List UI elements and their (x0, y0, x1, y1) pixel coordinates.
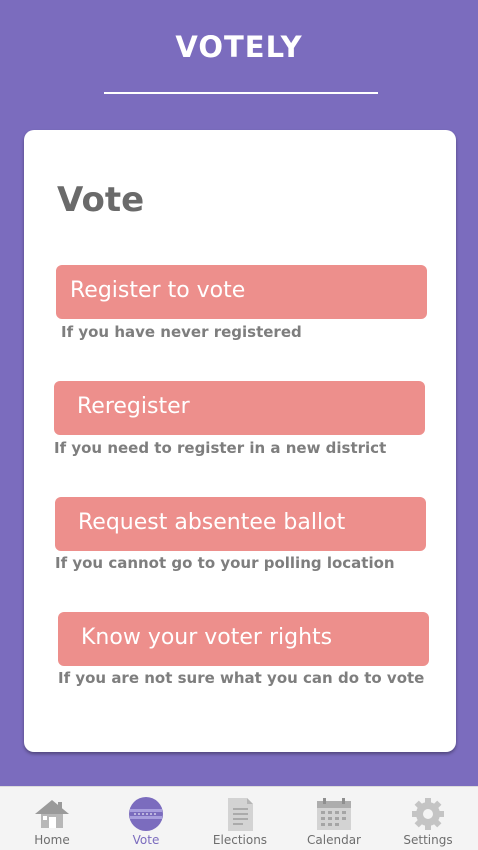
tab-vote[interactable]: Vote (98, 787, 194, 850)
home-icon (35, 800, 69, 828)
register-to-vote-description: If you have never registered (61, 323, 302, 341)
know-voter-rights-button[interactable]: Know your voter rights (58, 612, 429, 666)
header-divider (104, 92, 378, 94)
tab-bar: Home Vote Elections Calendar Settings (0, 786, 478, 850)
reregister-button[interactable]: Reregister (54, 381, 425, 435)
tab-settings[interactable]: Settings (380, 787, 476, 850)
page-title: Vote (57, 180, 145, 220)
tab-home[interactable]: Home (4, 787, 100, 850)
calendar-icon (317, 798, 351, 830)
app-header: VOTELY (0, 0, 478, 110)
tab-calendar-label: Calendar (307, 833, 361, 847)
tab-vote-label: Vote (132, 833, 160, 847)
tab-settings-label: Settings (403, 833, 453, 847)
gear-icon (412, 798, 444, 830)
tab-elections[interactable]: Elections (192, 787, 288, 850)
request-absentee-ballot-description: If you cannot go to your polling locatio… (55, 554, 395, 572)
vote-card: Vote Register to vote If you have never … (24, 130, 456, 752)
know-voter-rights-description: If you are not sure what you can do to v… (58, 669, 425, 687)
reregister-description: If you need to register in a new distric… (54, 439, 387, 457)
tab-calendar[interactable]: Calendar (286, 787, 382, 850)
tab-elections-label: Elections (212, 833, 268, 847)
app-title: VOTELY (175, 30, 303, 64)
register-to-vote-button[interactable]: Register to vote (56, 265, 427, 319)
document-icon (228, 798, 253, 831)
request-absentee-ballot-button[interactable]: Request absentee ballot (55, 497, 426, 551)
tab-home-label: Home (34, 833, 70, 847)
ballot-icon (129, 797, 163, 831)
